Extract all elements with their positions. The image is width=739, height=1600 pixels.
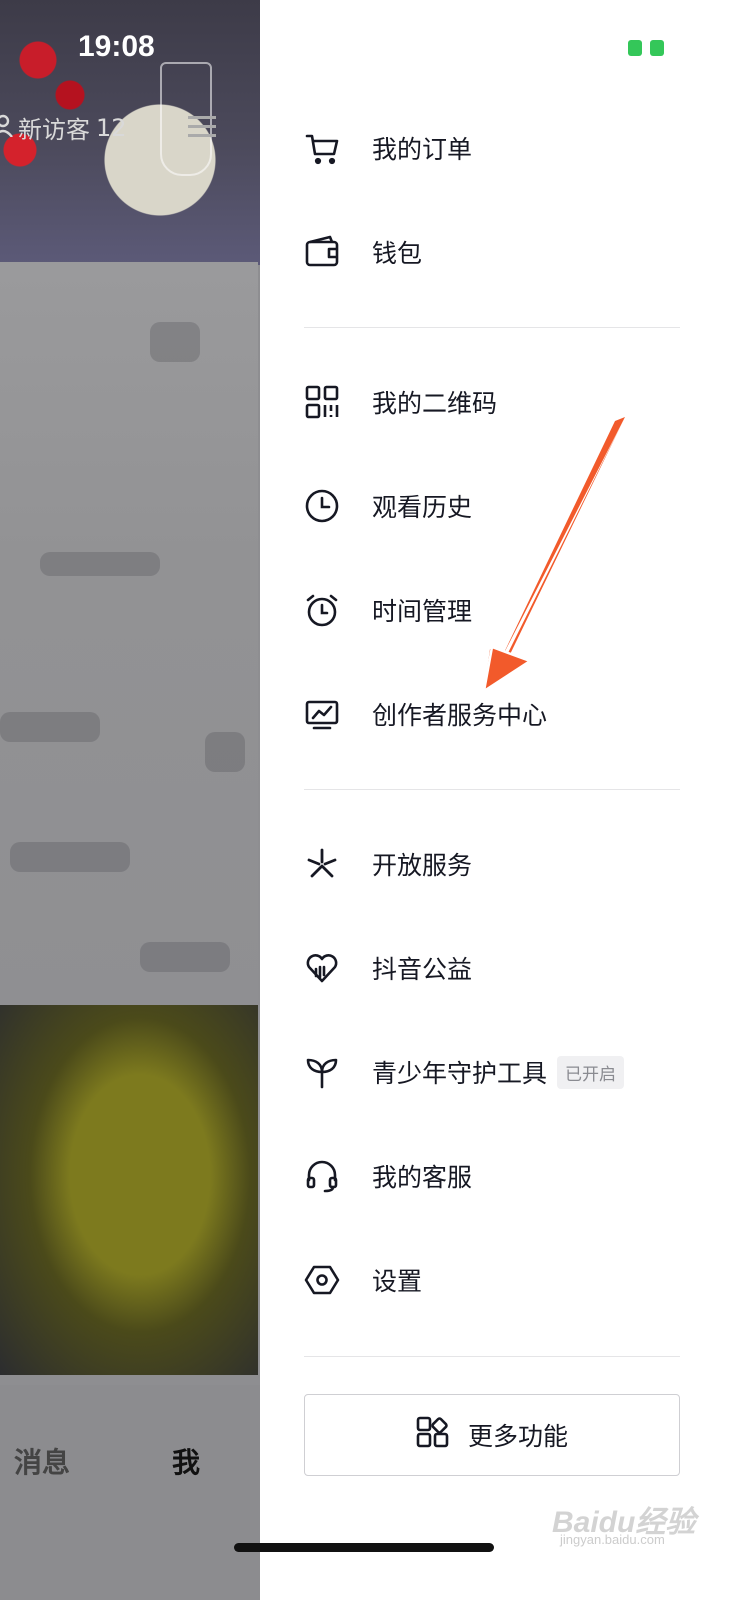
divider	[304, 327, 680, 328]
blurred-video-thumbnail	[0, 1005, 258, 1375]
menu-item-youth-protection[interactable]: 青少年守护工具 已开启	[304, 1042, 704, 1102]
annotation-arrow	[482, 417, 625, 693]
menu-label: 钱包	[372, 239, 423, 268]
qrcode-icon	[304, 384, 340, 420]
wallet-icon	[304, 234, 340, 270]
bottom-tab-bar: 消息 我	[0, 1385, 265, 1600]
divider	[304, 1356, 680, 1357]
menu-item-wallet[interactable]: 钱包	[304, 222, 704, 282]
person-icon	[0, 113, 14, 143]
visitors-label: 新访客	[18, 116, 90, 144]
monitor-chart-icon	[304, 696, 340, 732]
menu-item-orders[interactable]: 我的订单	[304, 118, 704, 178]
menu-label: 我的订单	[372, 135, 473, 164]
menu-item-charity[interactable]: 抖音公益	[304, 938, 704, 998]
tab-me[interactable]: 我	[172, 1441, 200, 1481]
clock-icon	[304, 488, 340, 524]
alarm-clock-icon	[304, 592, 340, 628]
hamburger-icon[interactable]	[188, 110, 216, 143]
menu-label: 设置	[372, 1267, 423, 1296]
side-drawer: 我的订单 钱包 我的二维码 观看历史 时间管理 创作者服务中心 开放服务 抖音公…	[260, 0, 739, 1600]
cart-icon	[304, 130, 340, 166]
menu-item-settings[interactable]: 设置	[304, 1250, 704, 1310]
menu-label: 时间管理	[372, 597, 473, 626]
home-indicator[interactable]	[234, 1543, 494, 1552]
sparkle-icon	[304, 846, 340, 882]
menu-label: 青少年守护工具	[372, 1059, 548, 1088]
menu-item-customer-service[interactable]: 我的客服	[304, 1146, 704, 1206]
more-features-button[interactable]: 更多功能	[304, 1394, 680, 1476]
new-visitors[interactable]: 新访客 12	[0, 110, 127, 145]
menu-label: 开放服务	[372, 851, 473, 880]
status-time: 19:08	[78, 30, 155, 63]
divider	[304, 789, 680, 790]
sprout-icon	[304, 1054, 340, 1090]
settings-hexagon-icon	[304, 1262, 340, 1298]
headset-icon	[304, 1158, 340, 1194]
visitors-count: 12	[96, 113, 127, 142]
menu-label: 抖音公益	[372, 955, 473, 984]
blurred-content	[0, 262, 258, 1012]
profile-background: 19:08 新访客 12 消息 我	[0, 0, 265, 1600]
more-features-label: 更多功能	[467, 1422, 568, 1451]
heart-icon	[304, 950, 340, 986]
menu-label: 我的客服	[372, 1163, 473, 1192]
tab-messages[interactable]: 消息	[14, 1441, 70, 1481]
grid-icon	[416, 1416, 450, 1454]
menu-item-open-service[interactable]: 开放服务	[304, 834, 704, 894]
battery-icon	[628, 40, 664, 56]
status-badge: 已开启	[557, 1055, 625, 1089]
menu-label: 观看历史	[372, 493, 473, 522]
watermark-url: jingyan.baidu.com	[560, 1532, 665, 1547]
